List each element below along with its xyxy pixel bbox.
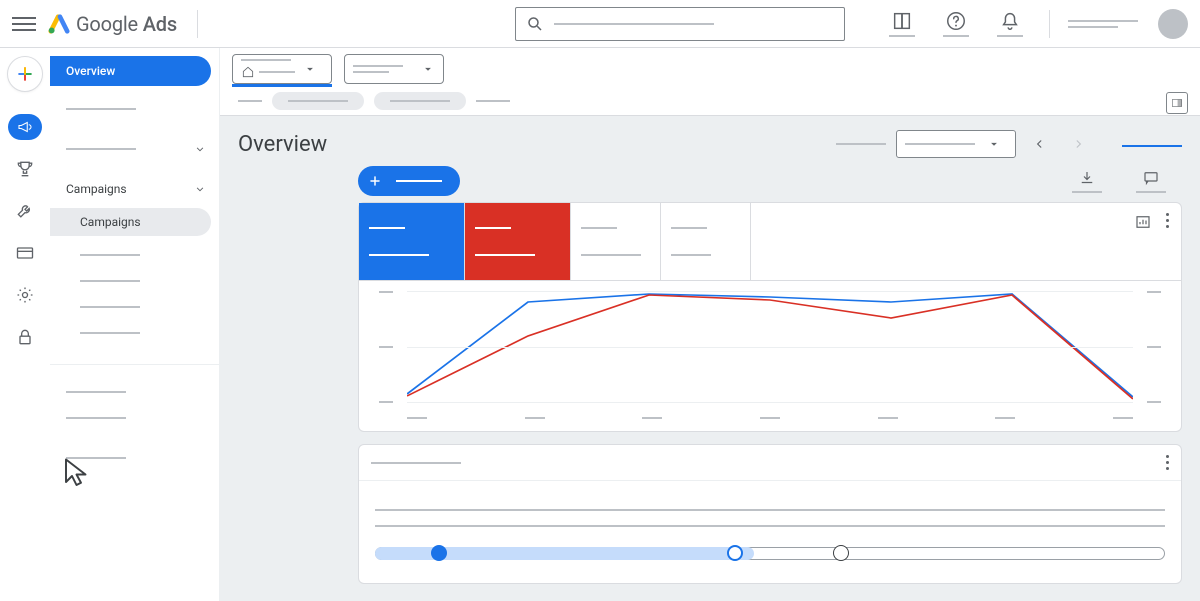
help-button[interactable]	[935, 3, 977, 45]
caret-down-icon	[421, 62, 435, 76]
nav-subitem[interactable]	[50, 320, 219, 346]
performance-chart-card	[358, 202, 1182, 432]
nav-item-overview[interactable]: Overview	[50, 56, 211, 86]
rail-item-billing[interactable]	[0, 232, 50, 274]
reports-button[interactable]	[881, 3, 923, 45]
plus-icon	[15, 64, 35, 84]
wrench-icon	[15, 201, 35, 221]
expand-chart-icon[interactable]	[1134, 213, 1152, 231]
rail-item-settings[interactable]	[0, 274, 50, 316]
icon-rail	[0, 48, 50, 601]
panel-icon	[1170, 96, 1184, 110]
step-completed	[431, 545, 447, 561]
menu-icon[interactable]	[12, 12, 36, 36]
search-icon	[526, 15, 544, 33]
filter-chip[interactable]	[272, 92, 364, 110]
feedback-button[interactable]	[1136, 169, 1166, 193]
account-switcher[interactable]	[1068, 20, 1138, 28]
search-input[interactable]	[515, 7, 845, 41]
x-axis	[407, 417, 1133, 419]
chevron-down-icon	[193, 182, 207, 196]
download-button[interactable]	[1072, 169, 1102, 193]
nav-item-insights[interactable]	[50, 136, 219, 162]
brand-logo[interactable]: Google Ads	[48, 12, 177, 36]
chevron-right-icon	[1071, 137, 1085, 151]
date-prev-button[interactable]	[1026, 130, 1054, 158]
nav-subitem[interactable]	[50, 445, 219, 471]
megaphone-icon	[16, 118, 34, 136]
nav-subitem[interactable]	[50, 379, 219, 405]
search-placeholder	[554, 23, 714, 25]
gear-icon	[15, 285, 35, 305]
notifications-button[interactable]	[989, 3, 1031, 45]
nav-subitem[interactable]	[50, 294, 219, 320]
plus-icon	[367, 173, 383, 189]
metric-tile-3[interactable]	[571, 203, 661, 280]
caret-down-icon	[303, 62, 317, 76]
lock-icon	[15, 327, 35, 347]
rail-item-admin[interactable]	[0, 316, 50, 358]
feedback-icon	[1142, 169, 1160, 187]
download-icon	[1078, 169, 1096, 187]
nav-subitem[interactable]	[50, 405, 219, 431]
rail-item-tools[interactable]	[0, 190, 50, 232]
trophy-icon	[15, 159, 35, 179]
reports-icon	[891, 10, 913, 32]
show-last-link[interactable]	[1122, 145, 1182, 147]
left-nav: Overview Campaigns Campaigns	[50, 48, 220, 601]
google-ads-logo-icon	[48, 13, 70, 35]
recommendation-card	[358, 444, 1182, 584]
main-content: Overview	[220, 48, 1200, 601]
compare-label	[836, 143, 886, 145]
metric-tile-4[interactable]	[661, 203, 751, 280]
chevron-down-icon	[193, 142, 207, 156]
filter-chip[interactable]	[374, 92, 466, 110]
create-button[interactable]	[7, 56, 43, 92]
line-chart	[359, 281, 1181, 431]
metric-tile-2[interactable]	[465, 203, 571, 280]
app-header: Google Ads	[0, 0, 1200, 48]
account-scope-select[interactable]	[232, 54, 332, 84]
breadcrumb	[476, 100, 510, 102]
nav-subitem[interactable]	[50, 242, 219, 268]
campaign-scope-select[interactable]	[344, 54, 444, 84]
y-axis-left	[379, 291, 393, 403]
date-next-button[interactable]	[1064, 130, 1092, 158]
bell-icon	[999, 10, 1021, 32]
caret-down-icon	[987, 137, 1001, 151]
nav-subitem-campaigns[interactable]: Campaigns	[50, 208, 211, 236]
metric-tile-1[interactable]	[359, 203, 465, 280]
rail-item-goals[interactable]	[0, 148, 50, 190]
card-icon	[15, 243, 35, 263]
step-active	[727, 545, 743, 561]
nav-item-recommendations[interactable]	[50, 96, 211, 122]
card-menu-button[interactable]	[1166, 455, 1169, 470]
card-menu-button[interactable]	[1166, 213, 1169, 228]
card-title	[371, 462, 461, 464]
breadcrumb	[238, 100, 262, 102]
rail-item-campaigns[interactable]	[0, 106, 50, 148]
y-axis-right	[1147, 291, 1161, 403]
avatar[interactable]	[1158, 9, 1188, 39]
nav-subitem[interactable]	[50, 268, 219, 294]
help-icon	[945, 10, 967, 32]
text-line	[375, 509, 1165, 511]
nav-section-campaigns[interactable]: Campaigns	[50, 176, 219, 202]
workspace-toggle[interactable]	[1166, 92, 1188, 114]
scope-toolbar	[220, 48, 1200, 84]
breadcrumb-bar	[220, 84, 1200, 116]
new-campaign-button[interactable]	[358, 166, 460, 196]
brand-text: Google Ads	[76, 12, 177, 36]
date-range-select[interactable]	[896, 130, 1016, 158]
header-divider	[197, 10, 198, 38]
home-icon	[241, 65, 255, 79]
page-title: Overview	[238, 132, 327, 157]
header-divider	[1049, 10, 1050, 38]
progress-stepper[interactable]	[375, 541, 1165, 565]
chevron-left-icon	[1033, 137, 1047, 151]
text-line	[375, 525, 1165, 527]
